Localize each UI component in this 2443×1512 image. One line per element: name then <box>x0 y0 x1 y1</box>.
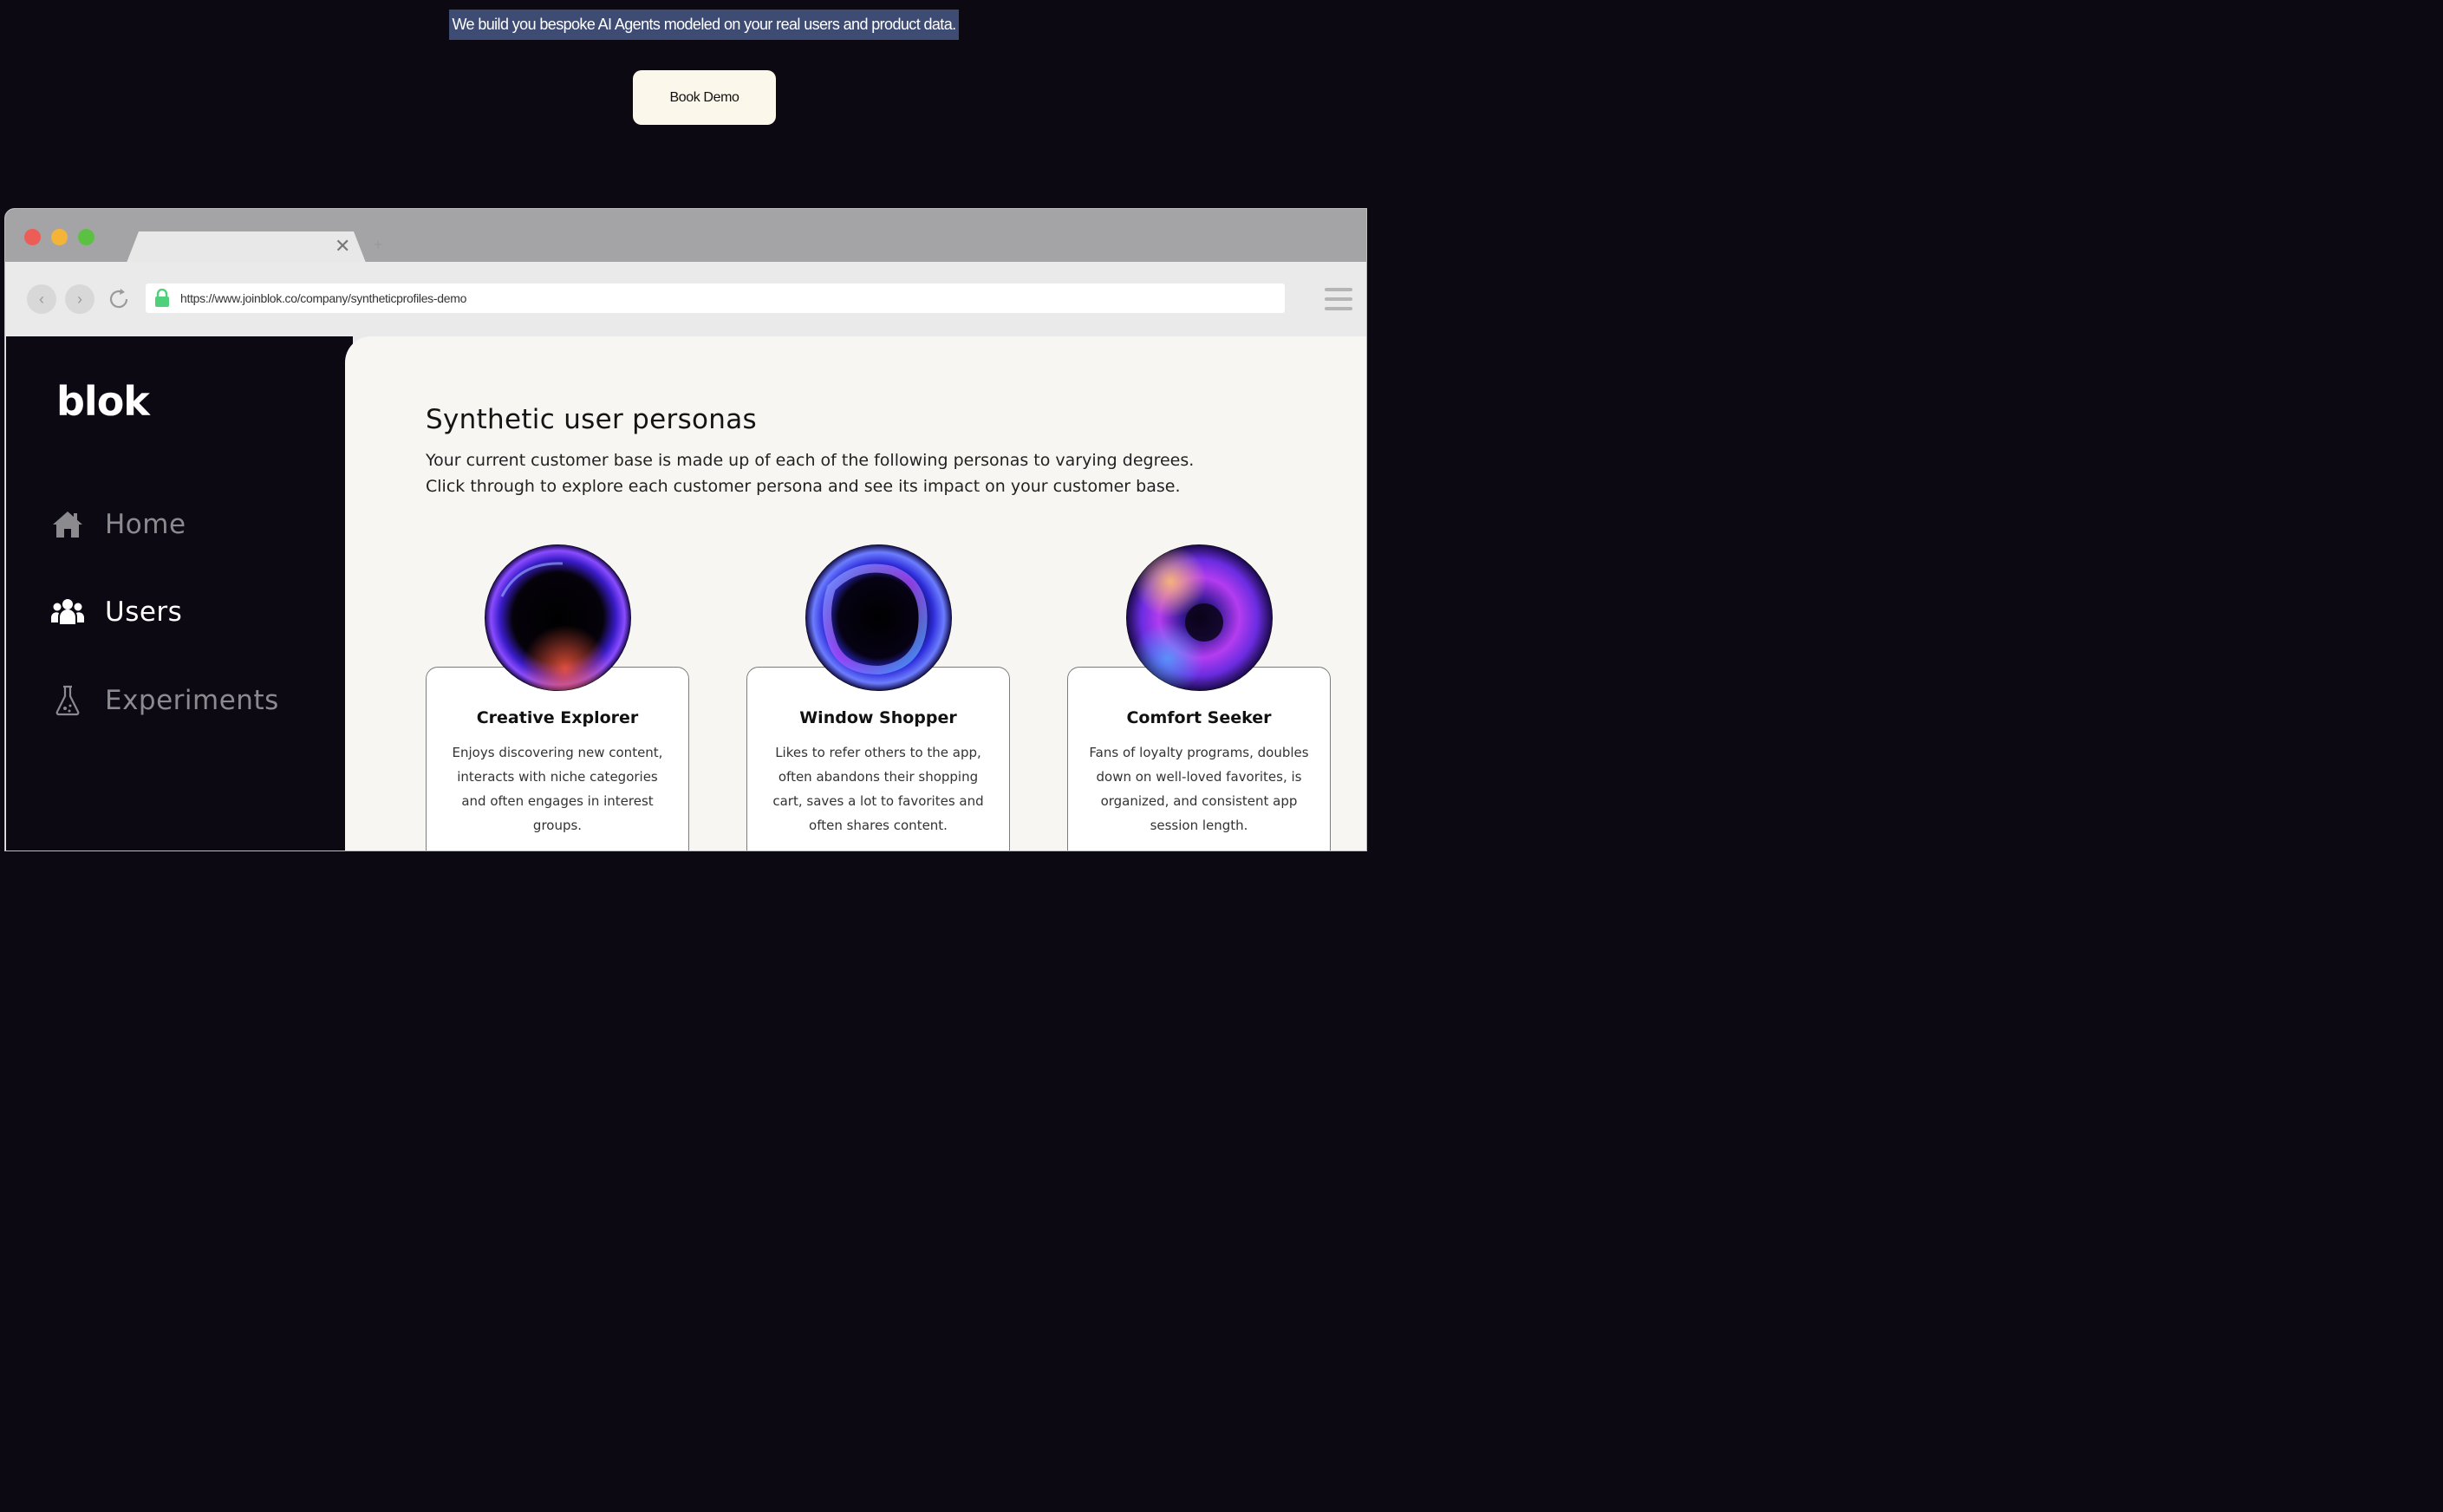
sidebar-item-home[interactable]: Home <box>51 503 186 546</box>
description-line: Your current customer base is made up of… <box>426 451 1195 470</box>
browser-tab[interactable] <box>127 231 366 263</box>
hero-tagline: We build you bespoke AI Agents modeled o… <box>449 10 959 40</box>
address-bar[interactable]: https://www.joinblok.co/company/syntheti… <box>146 284 1285 313</box>
blok-logo[interactable]: blok <box>56 378 150 425</box>
book-demo-button[interactable]: Book Demo <box>633 70 776 125</box>
tab-close-icon[interactable]: ✕ <box>335 235 350 257</box>
persona-name: Comfort Seeker <box>1126 708 1272 727</box>
sidebar-item-label: Experiments <box>105 685 279 716</box>
window-close-button[interactable] <box>24 229 41 245</box>
persona-orb-window-shopper[interactable] <box>805 544 952 691</box>
home-icon <box>51 508 84 541</box>
description-line: Click through to explore each customer p… <box>426 477 1181 496</box>
window-minimize-button[interactable] <box>51 229 68 245</box>
back-button[interactable]: ‹ <box>27 284 56 314</box>
sidebar-item-experiments[interactable]: Experiments <box>51 679 279 722</box>
persona-description: Likes to refer others to the app, often … <box>772 745 984 833</box>
page-title: Synthetic user personas <box>426 404 757 435</box>
new-tab-icon[interactable]: + <box>374 236 383 254</box>
users-icon <box>51 596 84 629</box>
persona-name: Creative Explorer <box>476 708 639 727</box>
persona-name: Window Shopper <box>799 708 957 727</box>
flask-icon <box>51 684 84 717</box>
lock-icon <box>155 289 169 307</box>
forward-button[interactable]: › <box>65 284 94 314</box>
url-text[interactable]: https://www.joinblok.co/company/syntheti… <box>180 284 466 313</box>
reload-icon[interactable] <box>106 286 132 312</box>
page-description: Your current customer base is made up of… <box>426 447 1293 499</box>
persona-card-creative-explorer[interactable]: Creative Explorer Enjoys discovering new… <box>426 667 689 850</box>
browser-menu-icon[interactable] <box>1325 286 1352 312</box>
main-content: Synthetic user personas Your current cus… <box>345 336 1366 850</box>
browser-tab-bar: ✕ + <box>5 209 1366 263</box>
persona-card-window-shopper[interactable]: Window Shopper Likes to refer others to … <box>746 667 1010 850</box>
persona-orb-creative-explorer[interactable] <box>485 544 631 691</box>
sidebar-item-label: Home <box>105 509 186 540</box>
persona-orb-comfort-seeker[interactable] <box>1126 544 1273 691</box>
persona-description: Fans of loyalty programs, doubles down o… <box>1089 745 1309 833</box>
window-maximize-button[interactable] <box>78 229 94 245</box>
persona-card-comfort-seeker[interactable]: Comfort Seeker Fans of loyalty programs,… <box>1067 667 1331 850</box>
sidebar-item-label: Users <box>105 596 183 628</box>
sidebar: blok Home Users Experiments <box>6 336 353 850</box>
persona-description: Enjoys discovering new content, interact… <box>452 745 663 833</box>
browser-window: ✕ + ‹ › https://www.joinblok.co/company/… <box>4 208 1367 851</box>
sidebar-item-users[interactable]: Users <box>51 590 182 634</box>
